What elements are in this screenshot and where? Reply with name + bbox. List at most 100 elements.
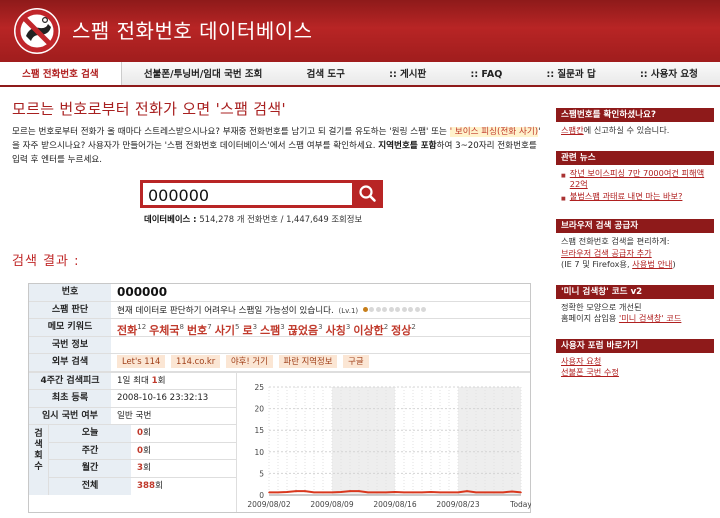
data-point [358, 489, 360, 492]
y-tick-label: 10 [254, 447, 264, 456]
sidebar: 스팸번호를 확인하셨나요? 스팸칸에 신고하실 수 있습니다. 관련 뉴스 작년… [556, 108, 714, 393]
main-nav: 스팸 전화번호 검색 선불폰/투닝버/임대 국번 조회 검색 도구 :: 게시판… [0, 62, 720, 87]
user-request-link[interactable]: 사용자 요청 [561, 356, 601, 366]
table-row: 전체 388회 [49, 477, 236, 495]
data-point [520, 491, 522, 493]
nav-tab-prepaid-lookup[interactable]: 선불폰/투닝버/임대 국번 조회 [122, 62, 285, 85]
data-point [403, 491, 405, 493]
memo-keyword[interactable]: 우체국8 [149, 323, 186, 336]
data-point [430, 490, 432, 493]
table-row: 주간 0회 [49, 442, 236, 460]
data-point [322, 491, 324, 493]
sidebar-box-report: 스팸번호를 확인하셨나요? 스팸칸에 신고하실 수 있습니다. [556, 108, 714, 140]
x-tick-label: Today [509, 500, 531, 509]
external-link-yahoo[interactable]: 야후! 거기 [225, 355, 273, 368]
site-header: 스팸 전화번호 데이터베이스 [0, 0, 720, 62]
news-link-1[interactable]: 작년 보이스피싱 7만 7000여건 피해액 22억 [570, 168, 709, 191]
level-dot [375, 306, 381, 312]
memo-keyword[interactable]: 로3 [242, 323, 259, 336]
memo-keyword[interactable]: 번호7 [187, 323, 214, 336]
search-box [140, 180, 383, 208]
mini-search-code-link[interactable]: '미니 검색창' 코드 [619, 313, 681, 323]
data-point [313, 491, 315, 493]
level-dot [382, 306, 388, 312]
data-point [277, 491, 279, 493]
search-peak: 1일 최대 1회 [117, 375, 166, 386]
result-table: 번호 000000 스팸 판단 현재 데이터로 판단하기 어려우나 스팸일 가능… [28, 283, 531, 513]
spam-report-link[interactable]: 스팸칸 [561, 125, 584, 135]
x-tick-label: 2009/08/23 [436, 500, 479, 509]
level-dot [401, 306, 407, 312]
table-row: 외부 검색 Let's 114 114.co.kr 야후! 거기 파란 지역정보… [29, 354, 530, 372]
data-point [268, 491, 270, 493]
memo-keyword[interactable]: 스팸3 [260, 323, 287, 336]
table-row: 월간 3회 [49, 460, 236, 478]
memo-keyword[interactable]: 사칭3 [326, 323, 353, 336]
bureau-info [111, 337, 530, 354]
news-link-2[interactable]: 불법스팸 과태료 내면 마는 바보? [570, 191, 683, 203]
phone-search-input[interactable] [148, 185, 353, 205]
y-tick-label: 0 [259, 491, 264, 500]
site-title[interactable]: 스팸 전화번호 데이터베이스 [72, 15, 313, 44]
sidebar-box-mini-search: '미니 검색창' 코드 v2 정확한 모양으로 개선된 홈페이지 삽입용 '미니… [556, 284, 714, 328]
level-dot [388, 306, 394, 312]
memo-keyword[interactable]: 끊었음3 [288, 323, 325, 336]
sidebar-box-forum: 사용자 포럼 바로가기 사용자 요청 선불폰 국번 수정 [556, 338, 714, 382]
nav-tab-search-tools[interactable]: 검색 도구 [284, 62, 367, 85]
temp-bureau: 일반 국번 [117, 410, 152, 421]
data-point [493, 491, 495, 493]
nav-tab-spam-search[interactable]: 스팸 전화번호 검색 [0, 62, 122, 85]
memo-keyword[interactable]: 전화12 [117, 323, 148, 336]
nav-tab-user-requests[interactable]: :: 사용자 요청 [618, 62, 720, 85]
external-link-114[interactable]: 114.co.kr [171, 355, 221, 368]
level-dot [408, 306, 414, 312]
results-title: 검색 결과 : [12, 254, 80, 269]
external-search-links: Let's 114 114.co.kr 야후! 거기 파란 지역정보 구글 [111, 354, 530, 371]
data-point [421, 491, 423, 493]
data-point [331, 491, 333, 493]
data-point [349, 489, 351, 492]
nav-tab-board[interactable]: :: 게시판 [367, 62, 448, 85]
table-row: 번호 000000 [29, 284, 530, 302]
data-point [304, 489, 306, 492]
main-content: 모르는 번호로부터 전화가 오면 '스팸 검색' 모르는 번호로부터 전화가 올… [12, 98, 544, 513]
data-point [295, 489, 297, 492]
data-point [286, 490, 288, 493]
sidebar-box-news: 관련 뉴스 작년 보이스피싱 7만 7000여건 피해액 22억 불법스팸 과태… [556, 150, 714, 209]
first-registered: 2008-10-16 23:32:13 [117, 393, 209, 403]
count-total: 388회 [137, 480, 163, 491]
memo-keywords: 전화12 우체국8 번호7 사기5 로3 스팸3 끊었음3 사칭3 이상한2 정상2 [111, 319, 530, 336]
list-item: 작년 보이스피싱 7만 7000여건 피해액 22억 [561, 168, 709, 191]
y-tick-label: 20 [254, 404, 264, 413]
spam-judgement: 현재 데이터로 판단하기 어려우나 스팸일 가능성이 있습니다. (Lv.1) [111, 302, 530, 319]
result-stats: 4주간 검색피크 1일 최대 1회 최초 등록 2008-10-16 23:32… [29, 372, 236, 512]
external-link-google[interactable]: 구글 [343, 355, 369, 368]
count-month: 3회 [137, 463, 151, 473]
table-row: 스팸 판단 현재 데이터로 판단하기 어려우나 스팸일 가능성이 있습니다. (… [29, 301, 530, 319]
data-point [475, 491, 477, 493]
usage-guide-link[interactable]: 사용법 안내 [632, 259, 672, 269]
no-spam-logo-icon[interactable] [12, 6, 62, 56]
memo-keyword[interactable]: 사기5 [215, 323, 242, 336]
result-number: 000000 [117, 285, 168, 299]
external-link-paran[interactable]: 파란 지역정보 [278, 355, 338, 368]
search-button[interactable] [352, 180, 383, 208]
memo-keyword[interactable]: 정상2 [391, 323, 418, 336]
nav-tab-faq[interactable]: :: FAQ [448, 62, 524, 85]
memo-keyword[interactable]: 이상한2 [353, 323, 390, 336]
data-point [385, 491, 387, 493]
data-point [502, 491, 504, 493]
y-tick-label: 5 [259, 469, 264, 478]
chart-svg: 25 20 15 10 5 02009/08/02 2009/08/09 2009/08/16… [247, 383, 531, 509]
sidebar-box-search-provider: 브라우저 검색 공급자 스팸 전화번호 검색을 편리하게: 브라우저 검색 공급… [556, 219, 714, 274]
data-point [394, 490, 396, 493]
table-row: 최초 등록 2008-10-16 23:32:13 [29, 390, 236, 408]
nav-tab-qna[interactable]: :: 질문과 답 [524, 62, 617, 85]
external-link-lets114[interactable]: Let's 114 [117, 355, 166, 368]
data-point [412, 491, 414, 493]
y-tick-label: 25 [254, 383, 264, 392]
prepaid-bureau-fix-link[interactable]: 선불폰 국번 수정 [561, 367, 619, 377]
spam-level: (Lv.1) [338, 306, 359, 315]
add-search-provider-link[interactable]: 브라우저 검색 공급자 추가 [561, 248, 652, 258]
search-trend-chart: 25 20 15 10 5 0 2009/08/02 2009/08/09 2009/08/16… [236, 372, 531, 512]
